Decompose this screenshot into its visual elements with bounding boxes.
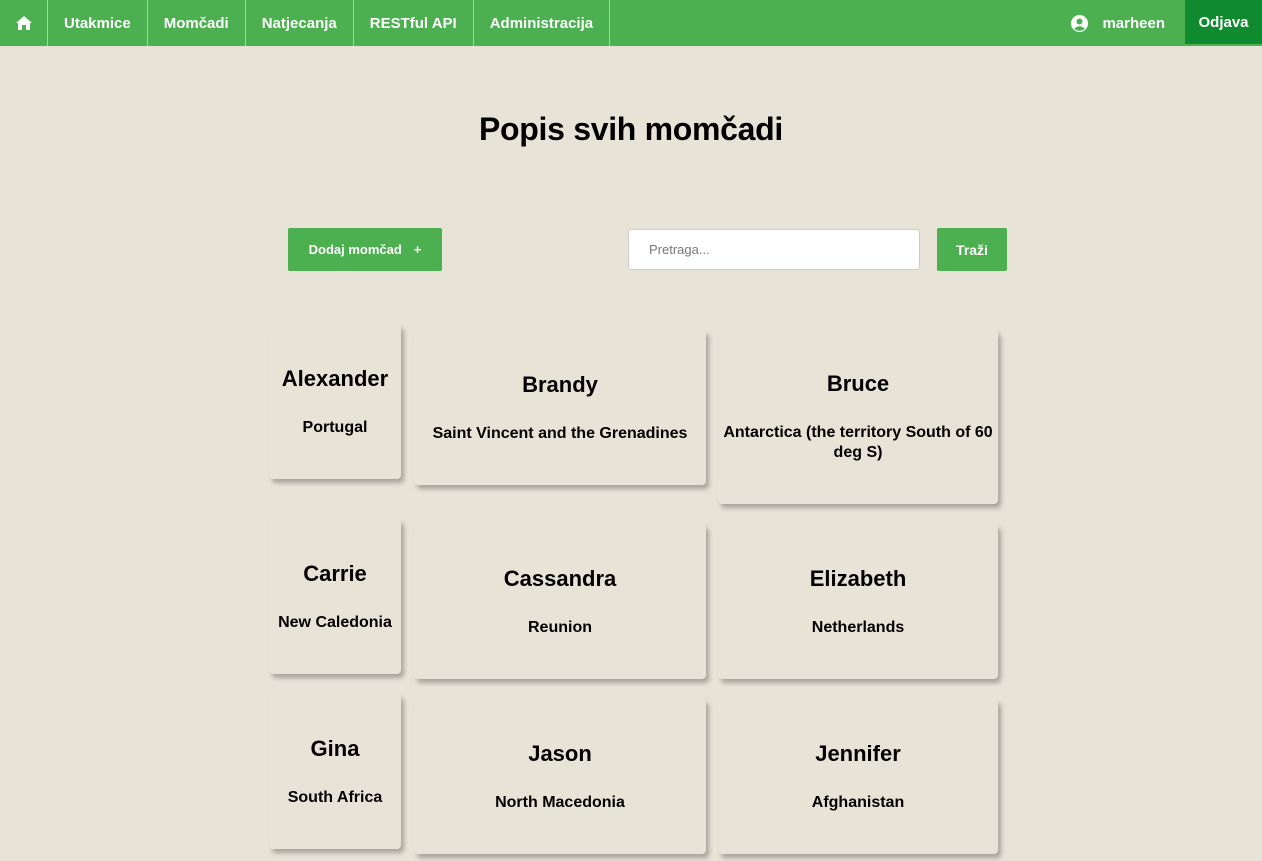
team-country: South Africa [287,788,383,806]
team-card[interactable]: Alexander Portugal [269,324,401,479]
username: marheen [1102,14,1165,32]
team-name: Bruce [826,371,890,396]
team-name: Brandy [522,371,598,397]
team-country: Reunion [528,618,592,636]
team-card[interactable]: Bruce Antarctica (the territory South of… [718,330,998,504]
top-navbar: Utakmice Momčadi Natjecanja RESTful API … [0,0,1262,46]
nav-item-administracija[interactable]: Administracija [474,0,611,46]
team-country: Portugal [302,418,368,436]
team-card[interactable]: Gina South Africa [269,694,401,849]
team-country: Antarctica (the territory South of 60 de… [723,424,993,461]
team-card[interactable]: Cassandra Reunion [414,524,706,679]
nav-item-utakmice[interactable]: Utakmice [48,0,148,46]
search-button[interactable]: Traži [937,228,1007,271]
team-country: Afghanistan [811,793,905,811]
team-name: Elizabeth [809,565,907,591]
team-country: North Macedonia [495,793,625,811]
nav-item-restful-api[interactable]: RESTful API [354,0,474,46]
team-name: Cassandra [503,565,617,591]
nav-item-momcadi[interactable]: Momčadi [148,0,246,46]
team-name: Jennifer [815,740,901,766]
team-card[interactable]: Jason North Macedonia [414,699,706,854]
team-name: Carrie [303,560,367,586]
nav-home[interactable] [0,0,48,46]
team-country: Netherlands [811,618,905,636]
user-circle-icon [1071,14,1089,32]
home-icon [15,16,32,30]
team-name: Gina [310,735,360,761]
search-input[interactable] [628,229,920,270]
team-card[interactable]: Brandy Saint Vincent and the Grenadines [414,330,706,485]
team-name: Alexander [281,365,389,391]
team-card[interactable]: Carrie New Caledonia [269,519,401,674]
add-team-label: Dodaj momčad [308,242,402,257]
team-card[interactable]: Elizabeth Netherlands [718,524,998,679]
user-menu[interactable]: marheen [1071,0,1185,46]
page-title: Popis svih momčadi [478,111,784,147]
team-card[interactable]: Jennifer Afghanistan [718,699,998,854]
add-team-button[interactable]: Dodaj momčad + [288,228,442,271]
team-country: New Caledonia [278,613,392,631]
team-name: Jason [528,740,592,766]
nav-item-natjecanja[interactable]: Natjecanja [246,0,354,46]
plus-icon: + [413,242,422,257]
team-country: Saint Vincent and the Grenadines [432,424,688,442]
logout-button[interactable]: Odjava [1185,0,1262,44]
